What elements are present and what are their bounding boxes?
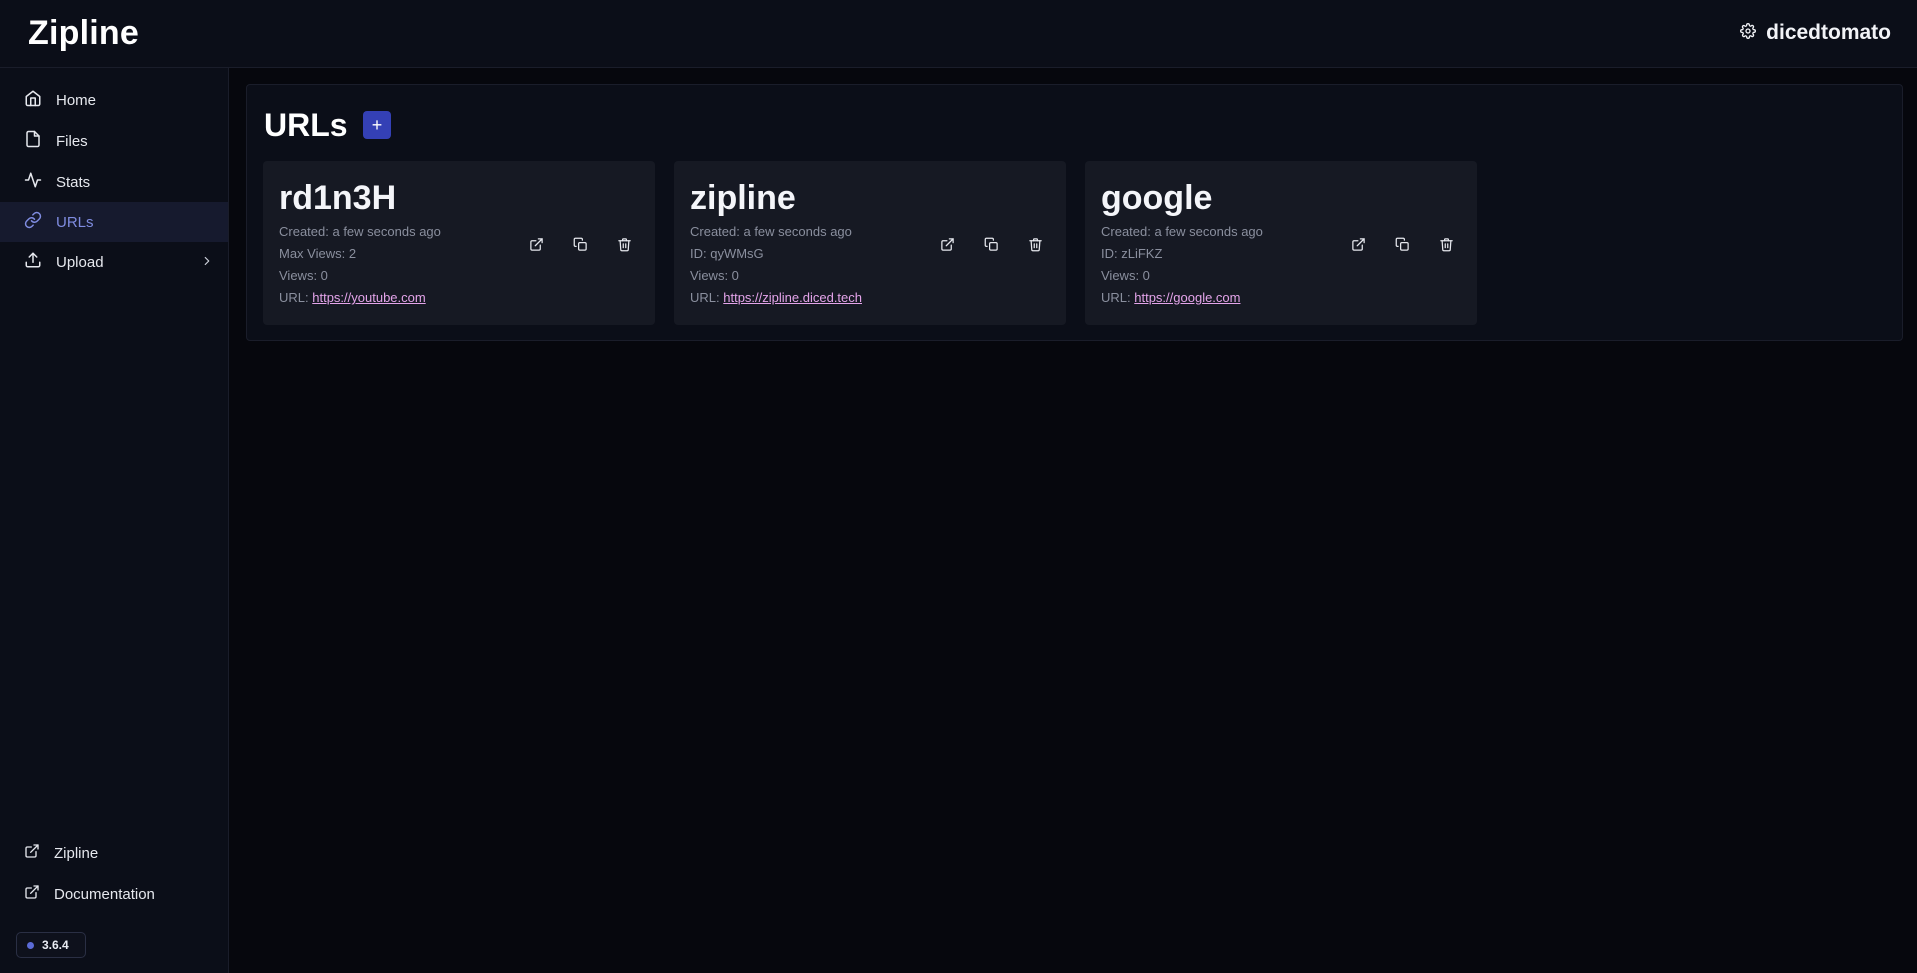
page-title: URLs	[264, 107, 348, 143]
trash-icon	[1439, 237, 1454, 257]
sidebar-item-label: Files	[56, 132, 88, 150]
gear-icon	[1740, 22, 1757, 44]
delete-url-button[interactable]	[1018, 231, 1052, 263]
url-card-max-views: Max Views: 2	[279, 246, 357, 261]
trash-icon	[1028, 237, 1043, 257]
external-link-icon	[940, 237, 955, 257]
sidebar-link-label: Documentation	[54, 885, 155, 903]
sidebar-item-label: Home	[56, 91, 97, 109]
copy-url-button[interactable]	[563, 231, 597, 263]
copy-icon	[573, 237, 588, 257]
url-link[interactable]: https://zipline.diced.tech	[723, 290, 862, 305]
trash-icon	[617, 237, 632, 257]
url-card-views: Views: 0	[279, 268, 328, 283]
file-icon	[24, 130, 42, 152]
url-card-id: ID: qyWMsG	[690, 246, 764, 261]
sidebar-item-urls[interactable]: URLs	[0, 202, 228, 242]
external-link-icon	[529, 237, 544, 257]
sidebar-item-label: Stats	[56, 173, 91, 191]
url-card: google Created: a few seconds ago ID: zL…	[1085, 161, 1477, 325]
copy-url-button[interactable]	[1385, 231, 1419, 263]
sidebar-item-label: URLs	[56, 213, 94, 231]
url-card-created: Created: a few seconds ago	[1101, 224, 1263, 239]
url-card-actions	[519, 231, 641, 263]
version-label: 3.6.4	[42, 938, 69, 952]
top-header: Zipline dicedtomato	[0, 0, 1917, 68]
url-label: URL:	[279, 290, 309, 305]
url-card: rd1n3H Created: a few seconds ago Max Vi…	[263, 161, 655, 325]
sidebar-item-upload[interactable]: Upload	[0, 242, 228, 282]
urls-panel: URLs + rd1n3H Created: a few seconds ago…	[246, 84, 1903, 341]
url-link[interactable]: https://youtube.com	[312, 290, 425, 305]
url-card-created: Created: a few seconds ago	[279, 224, 441, 239]
username: dicedtomato	[1766, 21, 1891, 44]
url-card-created: Created: a few seconds ago	[690, 224, 852, 239]
sidebar-item-files[interactable]: Files	[0, 121, 228, 161]
copy-url-button[interactable]	[974, 231, 1008, 263]
url-card-name: google	[1101, 179, 1213, 217]
url-card-url-row: URL: https://zipline.diced.tech	[690, 290, 862, 305]
url-card-views: Views: 0	[1101, 268, 1150, 283]
sidebar-link-documentation[interactable]: Documentation	[0, 874, 228, 914]
chevron-right-icon	[200, 254, 214, 272]
url-card-url-row: URL: https://google.com	[1101, 290, 1240, 305]
sidebar: Home Files Stats URLs Upload Zipline Doc…	[0, 68, 229, 973]
app-brand[interactable]: Zipline	[28, 14, 139, 53]
external-link-icon	[24, 884, 40, 904]
open-url-button[interactable]	[930, 231, 964, 263]
url-card-views: Views: 0	[690, 268, 739, 283]
sidebar-link-zipline[interactable]: Zipline	[0, 833, 228, 873]
url-card-id: ID: zLiFKZ	[1101, 246, 1163, 261]
url-link[interactable]: https://google.com	[1134, 290, 1240, 305]
url-card-actions	[930, 231, 1052, 263]
url-card-actions	[1341, 231, 1463, 263]
sidebar-item-label: Upload	[56, 253, 104, 271]
home-icon	[24, 89, 42, 111]
link-icon	[24, 211, 42, 233]
activity-icon	[24, 171, 42, 193]
copy-icon	[984, 237, 999, 257]
url-label: URL:	[1101, 290, 1131, 305]
url-label: URL:	[690, 290, 720, 305]
delete-url-button[interactable]	[607, 231, 641, 263]
sidebar-link-label: Zipline	[54, 844, 99, 862]
copy-icon	[1395, 237, 1410, 257]
sidebar-item-home[interactable]: Home	[0, 80, 228, 120]
sidebar-item-stats[interactable]: Stats	[0, 162, 228, 202]
open-url-button[interactable]	[1341, 231, 1375, 263]
url-card-url-row: URL: https://youtube.com	[279, 290, 426, 305]
url-card: zipline Created: a few seconds ago ID: q…	[674, 161, 1066, 325]
url-card-name: rd1n3H	[279, 179, 397, 217]
url-card-name: zipline	[690, 179, 796, 217]
status-dot	[27, 941, 34, 949]
delete-url-button[interactable]	[1429, 231, 1463, 263]
external-link-icon	[24, 843, 40, 863]
version-badge: 3.6.4	[16, 932, 86, 958]
user-menu[interactable]: dicedtomato	[1740, 18, 1891, 48]
add-url-button[interactable]: +	[363, 111, 391, 139]
external-link-icon	[1351, 237, 1366, 257]
upload-icon	[24, 251, 42, 273]
open-url-button[interactable]	[519, 231, 553, 263]
